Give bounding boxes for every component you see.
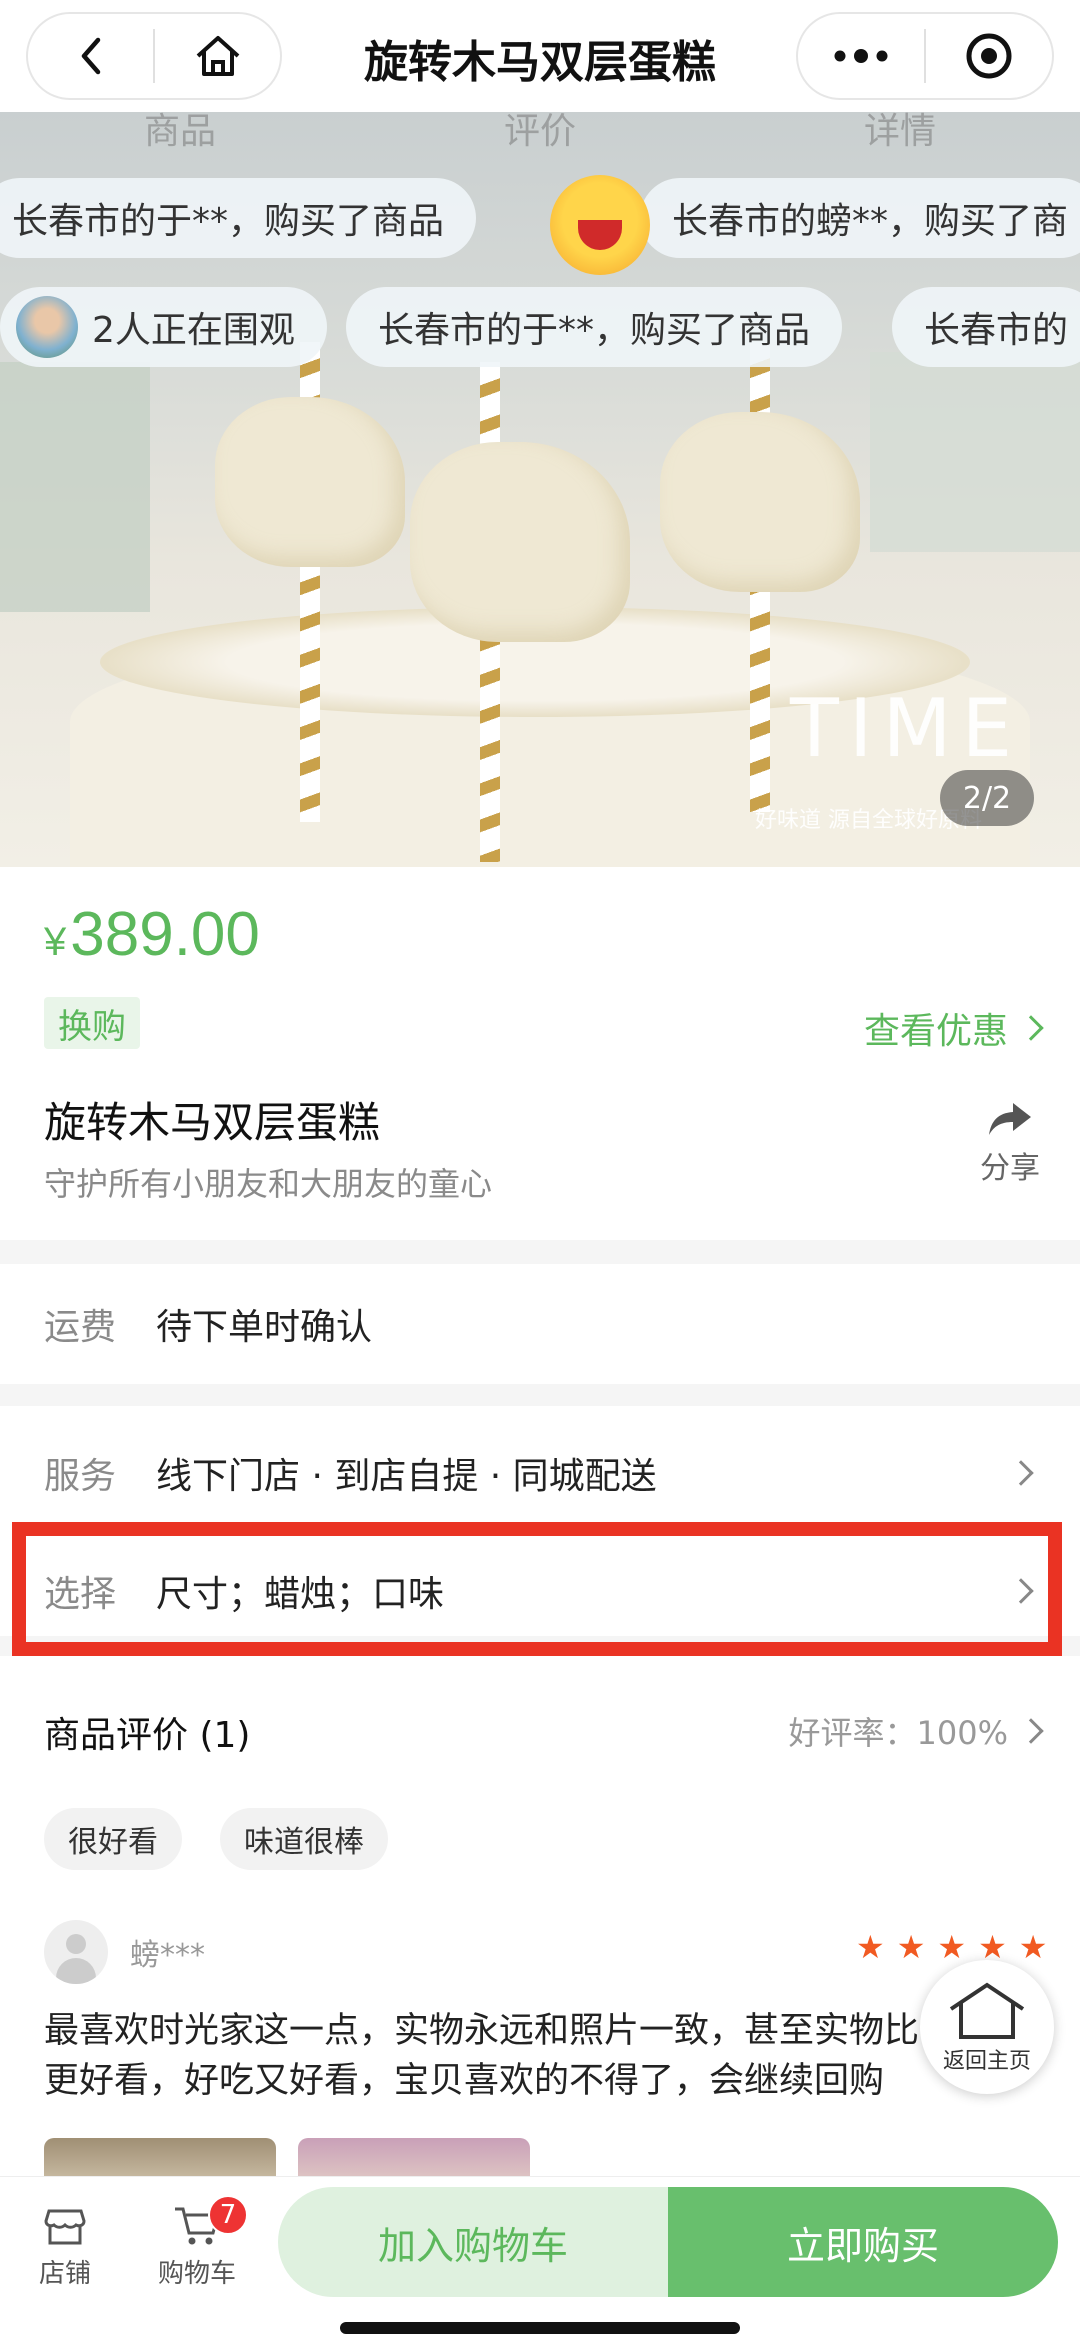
product-price: ¥389.00 bbox=[44, 899, 260, 970]
home-indicator bbox=[340, 2322, 740, 2334]
section-tabs: 商品 评价 详情 bbox=[0, 112, 1080, 154]
reviewer-name: 螃*** bbox=[130, 1938, 205, 1973]
page-title: 旋转木马双层蛋糕 bbox=[364, 37, 716, 88]
viewers-toast: 2人正在围观 bbox=[0, 287, 327, 367]
freight-row: 运费 待下单时确认 bbox=[0, 1279, 1080, 1369]
share-button[interactable]: 分享 bbox=[960, 1099, 1060, 1187]
back-arrow-icon bbox=[81, 37, 100, 75]
product-image-carousel[interactable]: 商品 评价 详情 长春市的于**，购买了商品 长春市的螃**，购买了商 2人正在… bbox=[0, 112, 1080, 867]
purchase-toast: 长春市的于**，购买了商品 bbox=[0, 178, 477, 258]
horse-decoration bbox=[410, 442, 630, 642]
service-value: 线下门店 · 到店自提 · 同城配送 bbox=[156, 1456, 657, 1497]
add-to-cart-button[interactable]: 加入购物车 bbox=[278, 2187, 668, 2297]
product-info-card: ¥389.00 换购 查看优惠 旋转木马双层蛋糕 守护所有小朋友和大朋友的童心 … bbox=[0, 867, 1080, 1240]
nav-capsule-left bbox=[26, 12, 282, 100]
positive-rate: 好评率：100% bbox=[788, 1714, 1009, 1752]
swap-purchase-tag: 换购 bbox=[44, 997, 140, 1049]
home-icon bbox=[196, 36, 239, 76]
share-arrow-icon bbox=[989, 1103, 1031, 1135]
service-label: 服务 bbox=[44, 1456, 117, 1497]
tab-goods[interactable]: 商品 bbox=[144, 112, 216, 154]
product-name: 旋转木马双层蛋糕 bbox=[44, 1098, 381, 1147]
chevron-right-icon bbox=[1008, 1578, 1034, 1604]
home-button[interactable] bbox=[155, 14, 280, 98]
toast-text: 长春市的螃**，购买了商 bbox=[672, 201, 1069, 242]
toast-text: 2人正在围观 bbox=[92, 310, 295, 351]
purchase-toast: 长春市的 bbox=[892, 287, 1080, 367]
close-miniprogram-button[interactable] bbox=[926, 14, 1052, 98]
purchase-toast: 长春市的螃**，购买了商 bbox=[640, 178, 1080, 258]
return-home-label: 返回主页 bbox=[942, 2049, 1031, 2074]
store-button[interactable]: 店铺 bbox=[10, 2203, 120, 2290]
reviews-section: 商品评价 (1) 好评率：100% 很好看 味道很棒 螃*** ★ ★ ★ ★ ★ 最喜… bbox=[0, 1656, 1080, 2198]
toast-text: 长春市的于**，购买了商品 bbox=[378, 310, 811, 351]
more-button[interactable] bbox=[798, 14, 924, 98]
cart-count-badge: 7 bbox=[208, 2195, 248, 2235]
target-circle-icon bbox=[966, 33, 1012, 79]
service-section: 服务 线下门店 · 到店自提 · 同城配送 选择 尺寸；蜡烛；口味 bbox=[0, 1406, 1080, 1636]
brand-logo: TIME bbox=[790, 682, 1023, 775]
background-decor bbox=[870, 352, 1080, 552]
reviewer: 螃*** bbox=[44, 1920, 205, 1984]
select-label: 选择 bbox=[44, 1574, 117, 1615]
positive-rate-link[interactable]: 好评率：100% bbox=[788, 1708, 1044, 1754]
freight-section: 运费 待下单时确认 bbox=[0, 1264, 1080, 1384]
freight-label: 运费 bbox=[44, 1307, 117, 1348]
store-icon bbox=[44, 2209, 86, 2245]
toast-text: 长春市的于**，购买了商品 bbox=[12, 201, 445, 242]
star-icon: ★ bbox=[1018, 1928, 1048, 1966]
avatar bbox=[44, 1920, 108, 1984]
chevron-right-icon bbox=[1018, 1015, 1044, 1041]
nav-capsule-right bbox=[796, 12, 1054, 100]
reviews-title: 商品评价 (1) bbox=[44, 1715, 251, 1756]
tab-reviews[interactable]: 评价 bbox=[504, 112, 576, 154]
purchase-toast: 长春市的于**，购买了商品 bbox=[346, 287, 843, 367]
top-nav-bar: 旋转木马双层蛋糕 bbox=[0, 0, 1080, 112]
back-button[interactable] bbox=[28, 14, 153, 98]
review-text: 最喜欢时光家这一点，实物永远和照片一致，甚至实物比 更好看，好吃又好看，宝贝喜欢… bbox=[44, 2006, 944, 2106]
viewer-avatar bbox=[16, 296, 78, 358]
app-screen: 旋转木马双层蛋糕 商品 评价 详情 长春市的于**，购买了商品 长春市的螃**，… bbox=[0, 0, 1080, 2351]
review-tag-chip[interactable]: 很好看 bbox=[44, 1808, 182, 1870]
service-row[interactable]: 服务 线下门店 · 到店自提 · 同城配送 bbox=[0, 1428, 1080, 1518]
share-label: 分享 bbox=[980, 1151, 1040, 1186]
spec-select-row[interactable]: 选择 尺寸；蜡烛；口味 bbox=[0, 1546, 1080, 1636]
review-text-line: 最喜欢时光家这一点，实物永远和照片一致，甚至实物比 bbox=[44, 2011, 920, 2051]
freight-value: 待下单时确认 bbox=[156, 1307, 373, 1348]
star-icon: ★ bbox=[856, 1928, 885, 1966]
return-home-button[interactable]: 返回主页 bbox=[920, 1960, 1054, 2094]
emoji-sticker bbox=[550, 175, 650, 275]
background-decor bbox=[0, 362, 150, 612]
select-value: 尺寸；蜡烛；口味 bbox=[156, 1574, 445, 1615]
house-icon bbox=[949, 1982, 1025, 2039]
star-icon: ★ bbox=[937, 1928, 967, 1966]
store-label: 店铺 bbox=[38, 2259, 91, 2289]
currency-symbol: ¥ bbox=[44, 920, 67, 964]
cart-button[interactable]: 7 购物车 bbox=[142, 2195, 252, 2290]
view-offers-link[interactable]: 查看优惠 bbox=[863, 1002, 1044, 1054]
price-value: 389.00 bbox=[70, 900, 260, 969]
buy-now-button[interactable]: 立即购买 bbox=[668, 2187, 1058, 2297]
review-text-line: 更好看，好吃又好看，宝贝喜欢的不得了，会继续回购 bbox=[44, 2061, 885, 2101]
image-page-indicator: 2/2 bbox=[940, 770, 1034, 826]
product-subtitle: 守护所有小朋友和大朋友的童心 bbox=[44, 1165, 493, 1203]
view-offers-label: 查看优惠 bbox=[863, 1011, 1008, 1052]
review-tag-chip[interactable]: 味道很棒 bbox=[220, 1808, 388, 1870]
toast-text: 长春市的 bbox=[924, 310, 1069, 351]
more-dots-icon bbox=[834, 49, 888, 63]
cart-label: 购物车 bbox=[157, 2259, 236, 2289]
tab-details[interactable]: 详情 bbox=[864, 112, 936, 154]
emoji-mouth bbox=[578, 220, 622, 250]
chevron-right-icon bbox=[1018, 1718, 1044, 1744]
horse-decoration bbox=[215, 397, 405, 567]
horse-decoration bbox=[660, 412, 860, 592]
chevron-right-icon bbox=[1008, 1460, 1034, 1486]
star-icon: ★ bbox=[896, 1928, 926, 1966]
review-stars: ★ ★ ★ ★ ★ bbox=[856, 1928, 1047, 1966]
